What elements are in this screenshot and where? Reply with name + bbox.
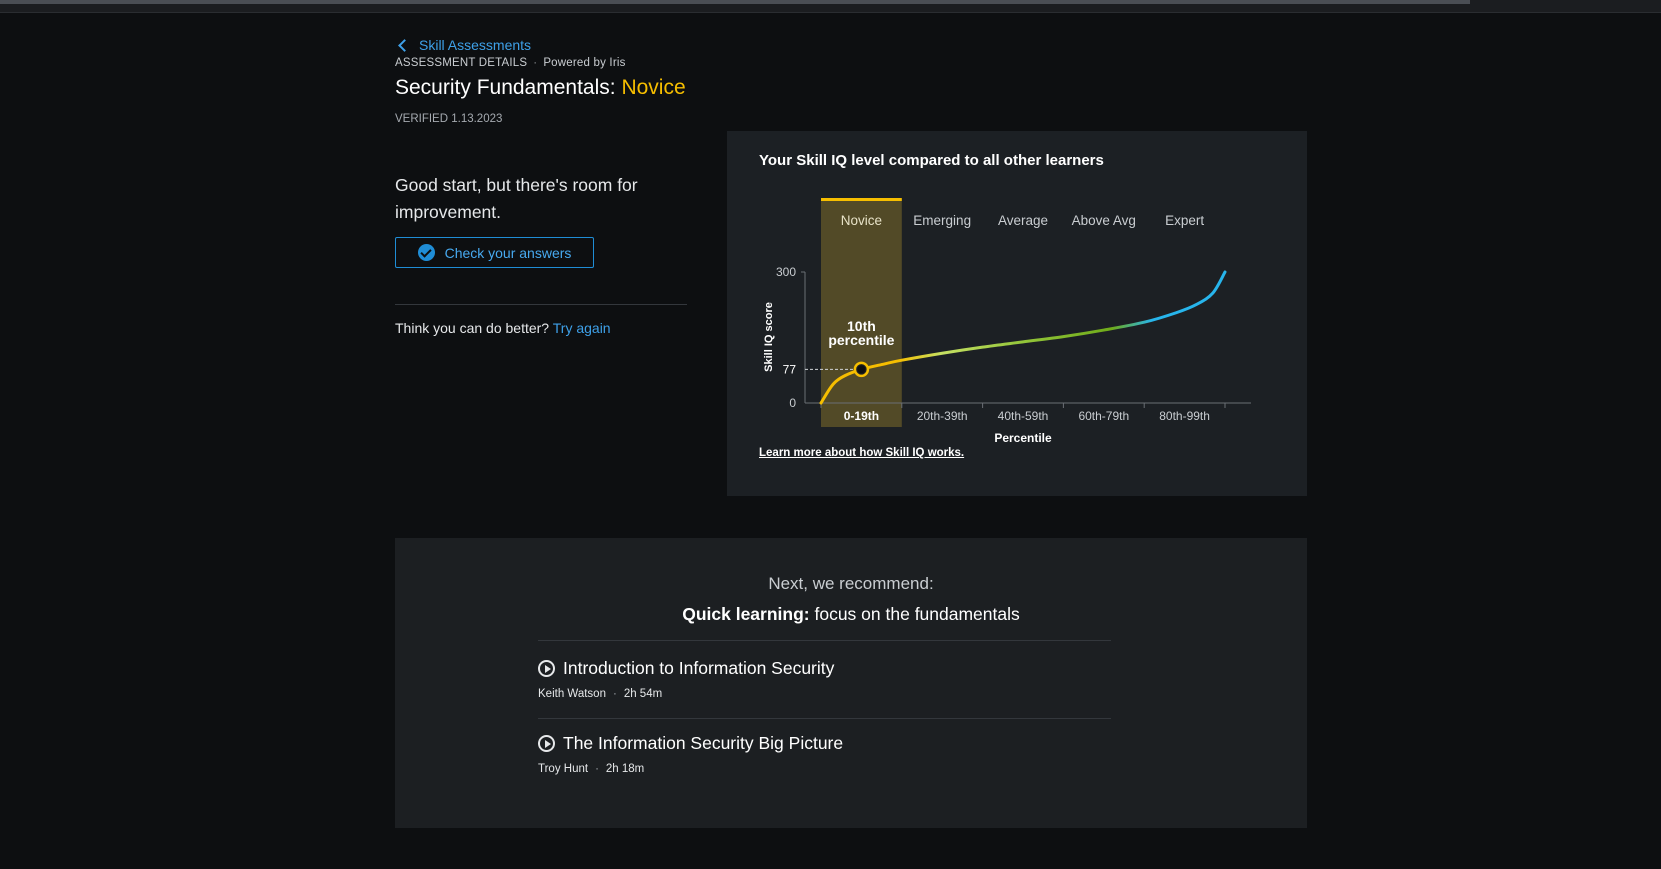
recommendation-card: Next, we recommend: Quick learning: focu…: [395, 538, 1307, 828]
course-item[interactable]: Introduction to Information Security Kei…: [538, 658, 1111, 700]
play-circle-icon: [538, 735, 555, 752]
course-title-link[interactable]: Introduction to Information Security: [538, 658, 1111, 679]
result-feedback: Good start, but there's room for improve…: [395, 175, 638, 222]
check-answers-label: Check your answers: [444, 244, 572, 261]
percentile-label-line2: percentile: [828, 332, 894, 348]
course-meta: Keith Watson · 2h 54m: [538, 688, 1111, 700]
x-tick-label: 40th-59th: [998, 409, 1049, 423]
play-circle-icon: [538, 660, 555, 677]
assessment-meta: ASSESSMENT DETAILS · Powered by Iris: [395, 57, 626, 69]
divider: [538, 718, 1111, 719]
recommend-subheading-bold: Quick learning:: [682, 604, 810, 624]
page-title: Security Fundamentals: Novice: [395, 76, 686, 100]
x-tick-label: 0-19th: [844, 409, 879, 423]
meta-separator: ·: [533, 57, 538, 69]
meta-separator: ·: [595, 763, 599, 775]
level-label-above-avg: Above Avg: [1072, 213, 1136, 228]
score-value-label: 77: [783, 362, 797, 376]
course-duration: 2h 18m: [605, 763, 645, 775]
x-tick-label: 80th-99th: [1159, 409, 1210, 423]
horizontal-scrollbar[interactable]: [0, 0, 1470, 4]
course-title: Introduction to Information Security: [563, 658, 835, 678]
x-tick-label: 60th-79th: [1078, 409, 1129, 423]
level-label-emerging: Emerging: [913, 213, 971, 228]
check-circle-icon: [417, 244, 435, 261]
recommend-heading: Next, we recommend:: [768, 574, 934, 593]
browser-top-strip: [0, 0, 1661, 13]
chart-title: Your Skill IQ level compared to all othe…: [759, 152, 1104, 169]
title-prefix: Security Fundamentals:: [395, 76, 616, 99]
skill-iq-chart: Novice Emerging Average Above Avg Expert 0 300…: [763, 198, 1251, 445]
y-tick-label: 300: [776, 265, 796, 279]
highlight-band: [821, 199, 902, 427]
retry-prompt: Think you can do better? Try again: [395, 320, 611, 336]
x-tick-label: 20th-39th: [917, 409, 968, 423]
score-marker-center: [857, 365, 866, 374]
course-meta: Troy Hunt · 2h 18m: [538, 763, 1111, 775]
course-title: The Information Security Big Picture: [563, 733, 844, 753]
course-duration: 2h 54m: [623, 688, 663, 700]
check-answers-button[interactable]: Check your answers: [395, 237, 594, 268]
back-link-skill-assessments[interactable]: Skill Assessments: [398, 37, 532, 53]
powered-by: Powered by Iris: [543, 57, 626, 69]
recommend-subheading-rest: focus on the fundamentals: [814, 604, 1020, 624]
chevron-left-icon: [398, 38, 411, 52]
divider: [395, 304, 687, 305]
retry-question: Think you can do better?: [395, 320, 550, 336]
course-item[interactable]: The Information Security Big Picture Tro…: [538, 733, 1111, 775]
level-label-expert: Expert: [1165, 213, 1204, 228]
highlight-band-top: [821, 198, 902, 201]
try-again-link[interactable]: Try again: [553, 320, 611, 336]
skill-iq-chart-card: Novice Emerging Average Above Avg Expert 0 300…: [727, 131, 1307, 496]
course-author: Keith Watson: [538, 688, 606, 700]
back-link-label: Skill Assessments: [419, 37, 532, 53]
divider: [538, 640, 1111, 641]
course-title-link[interactable]: The Information Security Big Picture: [538, 733, 1111, 754]
verified-date: VERIFIED 1.13.2023: [395, 113, 503, 125]
skill-level: Novice: [621, 76, 686, 99]
y-tick-label: 0: [789, 396, 796, 410]
y-axis-label: Skill IQ score: [763, 302, 775, 372]
section-label: ASSESSMENT DETAILS: [395, 57, 528, 69]
level-label-average: Average: [998, 213, 1048, 228]
level-label-novice: Novice: [841, 213, 882, 228]
course-author: Troy Hunt: [538, 763, 589, 775]
learn-more-link[interactable]: Learn more about how Skill IQ works.: [759, 447, 964, 459]
meta-separator: ·: [612, 688, 617, 700]
x-axis-label: Percentile: [994, 431, 1052, 445]
recommend-subheading: Quick learning: focus on the fundamental…: [395, 604, 1307, 625]
